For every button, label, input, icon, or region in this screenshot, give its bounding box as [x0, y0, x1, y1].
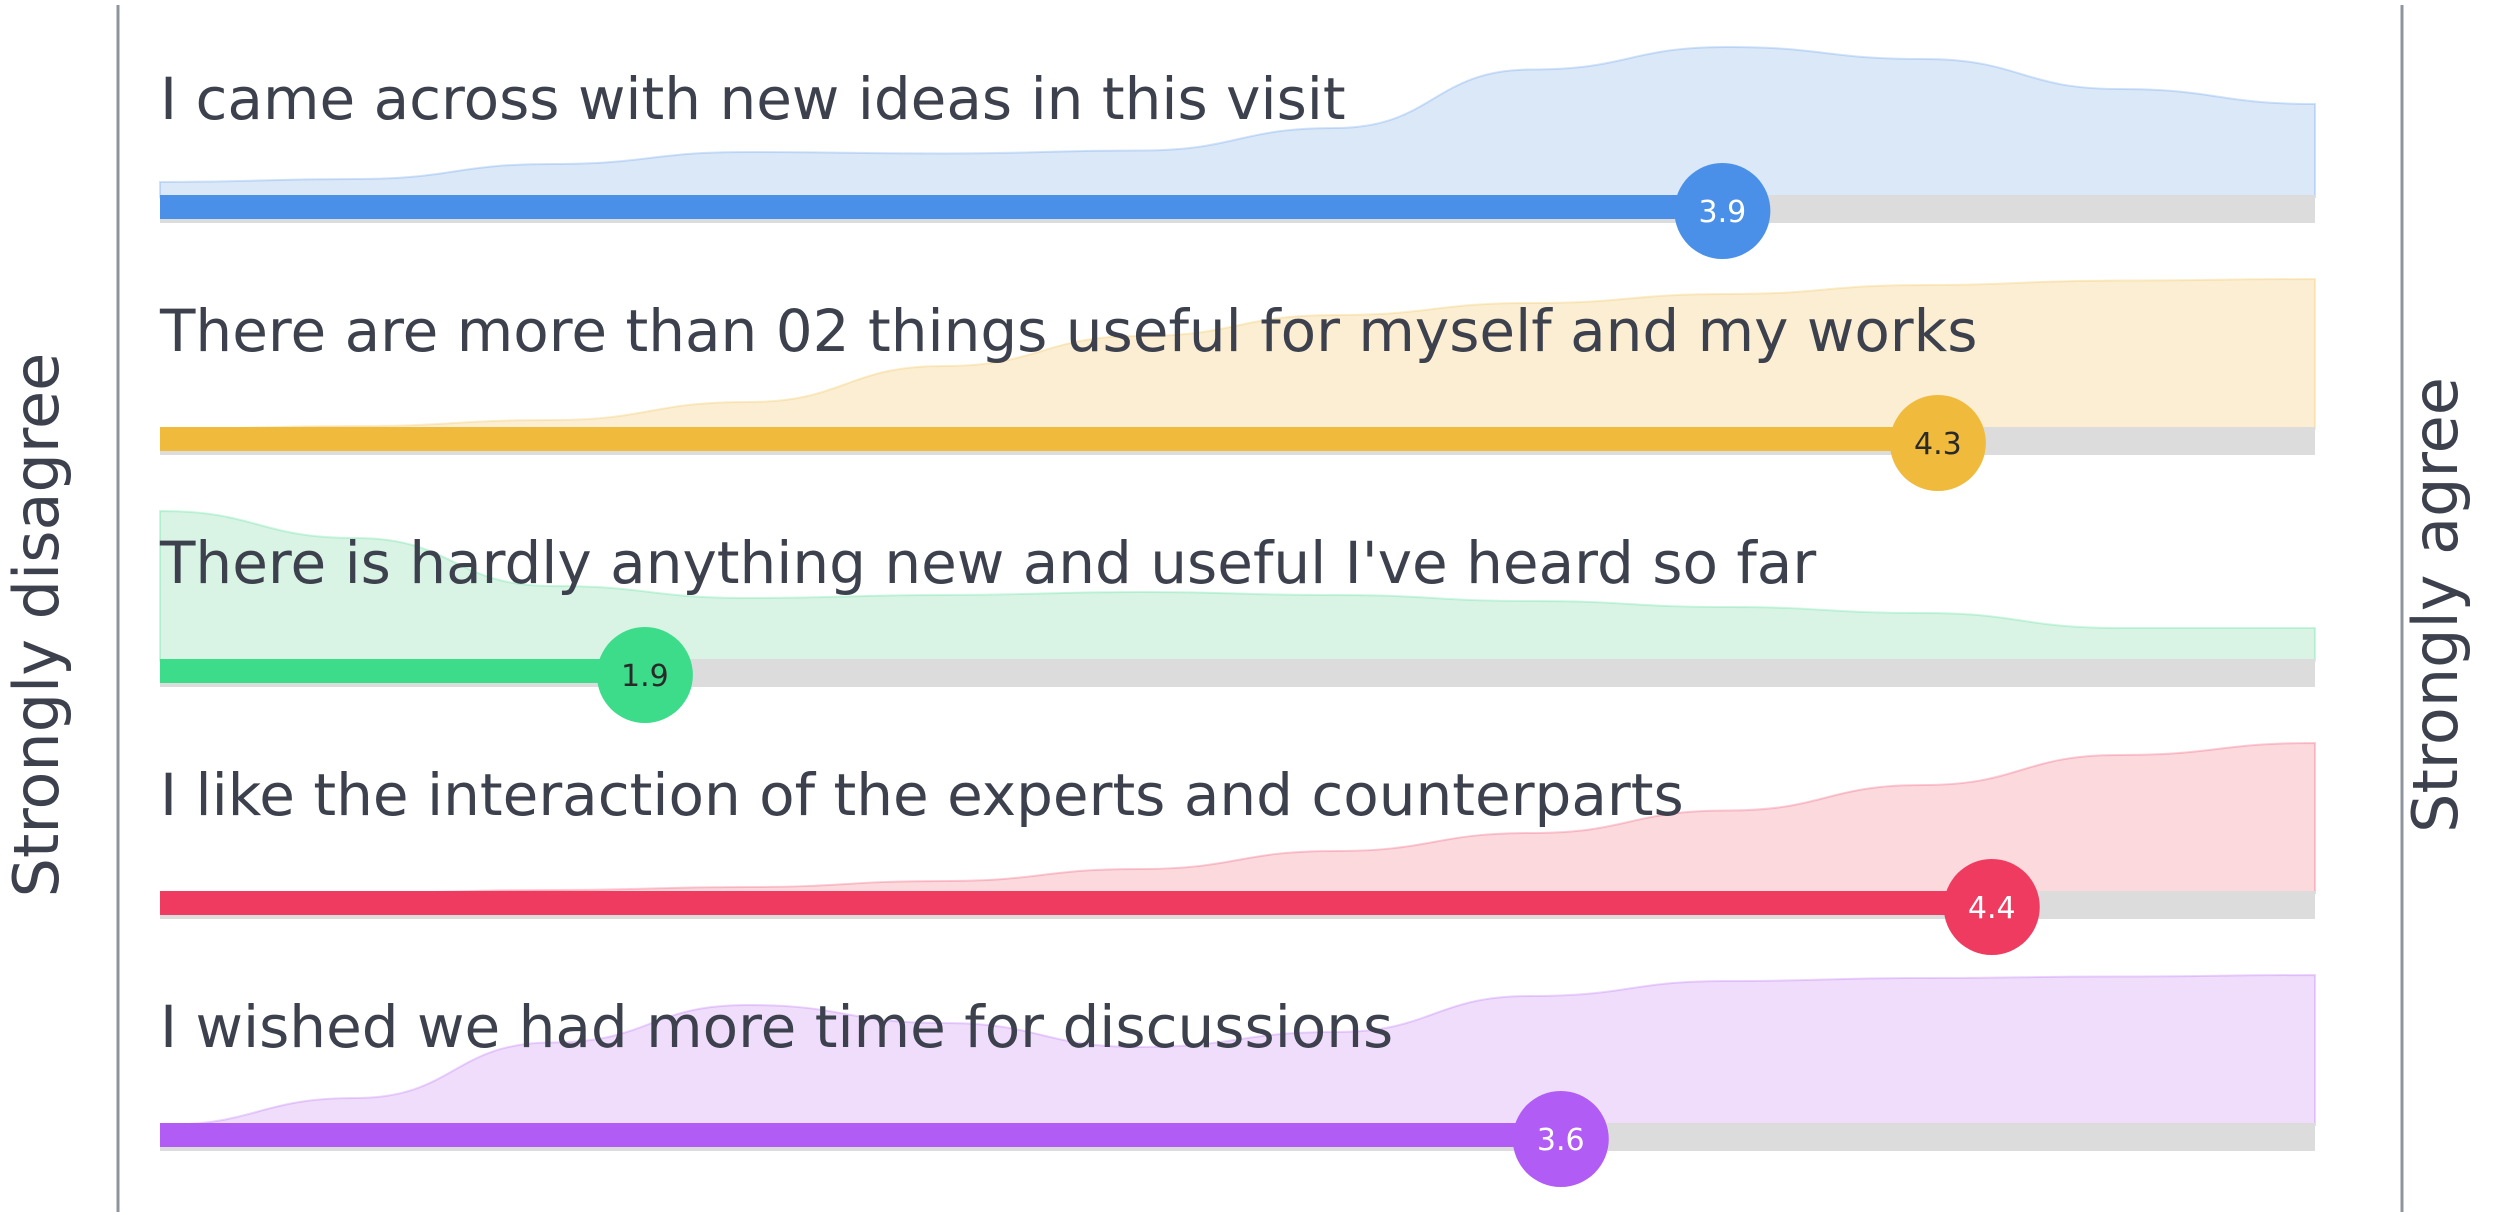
bar-fill	[160, 891, 1992, 915]
bar-fill	[160, 195, 1723, 219]
statement-row: There is hardly anything new and useful …	[159, 509, 2316, 723]
statement-label: I came across with new ideas in this vis…	[160, 65, 1346, 133]
statement-label: I wished we had more time for discussion…	[160, 993, 1393, 1061]
statement-row: I came across with new ideas in this vis…	[159, 45, 2316, 259]
value-label: 4.4	[1968, 891, 2016, 926]
statement-label: There is hardly anything new and useful …	[159, 529, 1816, 597]
bar-fill	[160, 659, 645, 683]
value-label: 3.9	[1699, 195, 1747, 230]
survey-chart: Strongly disagree Strongly agree I came …	[0, 5, 2472, 1212]
statement-label: I like the interaction of the experts an…	[160, 761, 1684, 829]
statement-rows: I came across with new ideas in this vis…	[159, 45, 2316, 1187]
scale-right-label: Strongly agree	[2399, 377, 2472, 833]
value-label: 3.6	[1537, 1123, 1585, 1158]
statement-row: I like the interaction of the experts an…	[159, 741, 2316, 955]
value-label: 1.9	[621, 659, 669, 694]
statement-row: I wished we had more time for discussion…	[159, 973, 2316, 1187]
statement-label: There are more than 02 things useful for…	[159, 297, 1977, 365]
scale-left-label: Strongly disagree	[0, 353, 73, 898]
statement-row: There are more than 02 things useful for…	[159, 277, 2316, 491]
bar-fill	[160, 1123, 1561, 1147]
value-label: 4.3	[1914, 427, 1962, 462]
bar-fill	[160, 427, 1938, 451]
